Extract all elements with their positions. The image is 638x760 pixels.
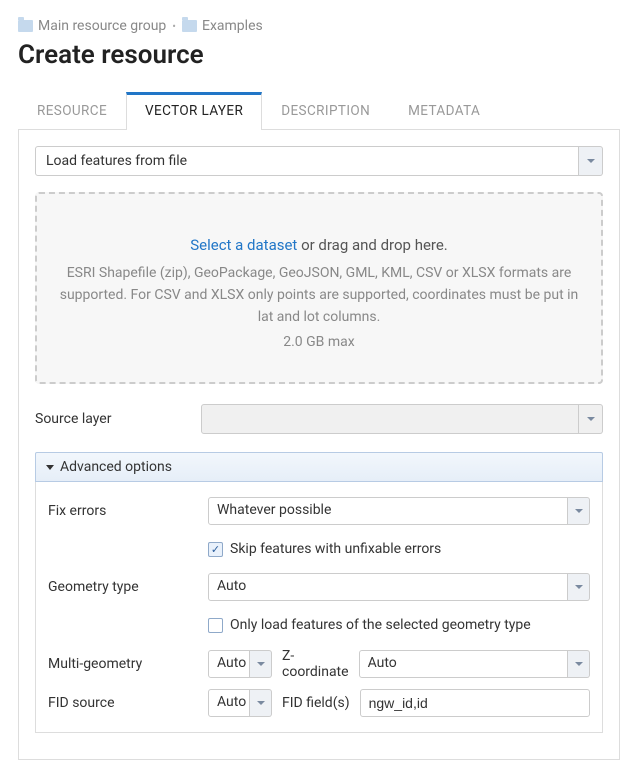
tabs: RESOURCE VECTOR LAYER DESCRIPTION METADA…: [18, 92, 620, 130]
only-selected-geometry-text: Only load features of the selected geome…: [230, 617, 531, 633]
skip-unfixable-checkbox[interactable]: [208, 542, 223, 557]
load-mode-select[interactable]: Load features from file: [35, 146, 603, 176]
fix-errors-dropdown-button[interactable]: [568, 497, 590, 525]
tab-description[interactable]: DESCRIPTION: [262, 92, 389, 129]
fix-errors-label: Fix errors: [48, 503, 208, 519]
breadcrumb-separator: •: [172, 20, 176, 33]
fid-fields-label: FID field(s): [282, 695, 350, 711]
multi-geometry-select[interactable]: Auto: [208, 650, 272, 678]
chevron-down-icon: [257, 701, 265, 705]
geometry-type-select[interactable]: Auto: [208, 573, 590, 601]
folder-icon: [18, 20, 33, 32]
advanced-options-body: Fix errors Whatever possible Skip feat: [35, 482, 603, 733]
source-layer-dropdown-button[interactable]: [579, 404, 603, 434]
chevron-down-icon: [575, 662, 583, 666]
z-coordinate-dropdown-button[interactable]: [568, 650, 590, 678]
dropzone-max: 2.0 GB max: [55, 332, 583, 354]
only-selected-geometry-checkbox[interactable]: [208, 618, 223, 633]
geometry-type-dropdown-button[interactable]: [568, 573, 590, 601]
dropzone-instruction: Select a dataset or drag and drop here.: [55, 234, 583, 257]
source-layer-select[interactable]: [201, 404, 603, 434]
fid-source-select[interactable]: Auto: [208, 689, 272, 717]
skip-unfixable-text: Skip features with unfixable errors: [230, 541, 441, 557]
source-layer-label: Source layer: [35, 411, 201, 427]
load-mode-dropdown-button[interactable]: [579, 146, 603, 176]
load-mode-value: Load features from file: [35, 146, 579, 176]
breadcrumb-item[interactable]: Examples: [182, 18, 263, 34]
triangle-down-icon: [46, 465, 54, 470]
geometry-type-label: Geometry type: [48, 579, 208, 595]
advanced-options-label: Advanced options: [60, 459, 172, 475]
tab-metadata[interactable]: METADATA: [389, 92, 499, 129]
advanced-options-toggle[interactable]: Advanced options: [35, 452, 603, 482]
fid-fields-input[interactable]: [360, 689, 590, 717]
fid-source-value: Auto: [208, 689, 250, 717]
dropzone-drag-text: or drag and drop here.: [297, 236, 447, 254]
dropzone-formats: ESRI Shapefile (zip), GeoPackage, GeoJSO…: [55, 263, 583, 328]
breadcrumb-item[interactable]: Main resource group: [18, 18, 166, 34]
fid-source-label: FID source: [48, 695, 208, 711]
z-coordinate-select[interactable]: Auto: [359, 650, 590, 678]
chevron-down-icon: [575, 509, 583, 513]
folder-icon: [182, 20, 197, 32]
chevron-down-icon: [587, 159, 595, 163]
multi-geometry-value: Auto: [208, 650, 250, 678]
tab-resource[interactable]: RESOURCE: [18, 92, 126, 129]
file-dropzone[interactable]: Select a dataset or drag and drop here. …: [35, 192, 603, 384]
breadcrumb: Main resource group • Examples: [18, 18, 620, 34]
z-coordinate-value: Auto: [359, 650, 568, 678]
fid-source-dropdown-button[interactable]: [250, 689, 272, 717]
skip-unfixable-checkbox-label[interactable]: Skip features with unfixable errors: [208, 541, 441, 557]
vector-layer-panel: Load features from file Select a dataset…: [18, 130, 620, 760]
multi-geometry-dropdown-button[interactable]: [250, 650, 272, 678]
only-selected-geometry-checkbox-label[interactable]: Only load features of the selected geome…: [208, 617, 531, 633]
breadcrumb-label: Examples: [202, 18, 263, 34]
source-layer-value: [201, 404, 579, 434]
geometry-type-value: Auto: [208, 573, 568, 601]
fix-errors-select[interactable]: Whatever possible: [208, 497, 590, 525]
multi-geometry-label: Multi-geometry: [48, 656, 208, 672]
fix-errors-value: Whatever possible: [208, 497, 568, 525]
chevron-down-icon: [575, 585, 583, 589]
chevron-down-icon: [257, 662, 265, 666]
tab-vector-layer[interactable]: VECTOR LAYER: [126, 92, 262, 130]
z-coordinate-label: Z-coordinate: [282, 648, 349, 680]
chevron-down-icon: [587, 417, 595, 421]
page-title: Create resource: [18, 40, 620, 70]
select-dataset-link[interactable]: Select a dataset: [190, 236, 297, 254]
breadcrumb-label: Main resource group: [38, 18, 166, 34]
